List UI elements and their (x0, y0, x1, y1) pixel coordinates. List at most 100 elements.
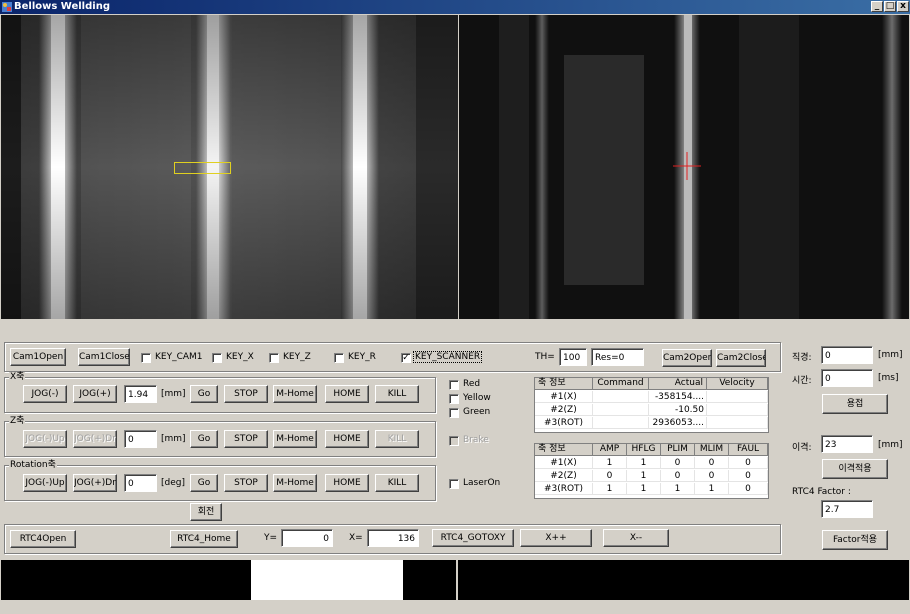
x-home-button[interactable]: HOME (325, 385, 369, 403)
x-position-input[interactable]: 1.94 (124, 385, 157, 403)
gap-apply-button[interactable]: 이격적용 (822, 459, 888, 479)
diameter-input[interactable]: 0 (821, 346, 873, 364)
z-go-button[interactable]: Go (190, 430, 218, 448)
grid1-cell (707, 417, 768, 429)
th-input[interactable]: 100 (559, 348, 587, 366)
z-home-button[interactable]: HOME (325, 430, 369, 448)
rtc4-gotoxy-button[interactable]: RTC4_GOTOXY (432, 529, 514, 547)
rot-go-button[interactable]: Go (190, 474, 218, 492)
cam2-close-button[interactable]: Cam2Close (716, 349, 766, 367)
cam1-close-button[interactable]: Cam1Close (78, 348, 130, 366)
x-kill-button[interactable]: KILL (375, 385, 419, 403)
grid2-cell: 0 (729, 457, 768, 469)
grid1-header-velocity[interactable]: Velocity (707, 378, 768, 390)
x-stop-button[interactable]: STOP (224, 385, 268, 403)
grid2-header-axis[interactable]: 축 정보 (535, 444, 593, 456)
grid2-cell: 1 (593, 457, 627, 469)
grid1-header-actual[interactable]: Actual (649, 378, 707, 390)
gap-input[interactable]: 23 (821, 435, 873, 453)
grid2-header-amp[interactable]: AMP (593, 444, 627, 456)
green-light-checkbox[interactable] (449, 408, 459, 418)
red-light-checkbox[interactable] (449, 380, 459, 390)
grid1-cell (707, 391, 768, 403)
grid2-header-mlim[interactable]: MLIM (695, 444, 729, 456)
key-r-checkbox[interactable] (334, 353, 344, 363)
laser-on-checkbox[interactable] (449, 479, 459, 489)
cam1-open-button[interactable]: Cam1Open (10, 348, 66, 366)
key-scanner-checkbox[interactable]: ✓ (401, 353, 411, 363)
time-input[interactable]: 0 (821, 369, 873, 387)
factor-apply-button[interactable]: Factor적용 (822, 530, 888, 550)
cam2-open-button[interactable]: Cam2Open (662, 349, 712, 367)
z-mhome-button[interactable]: M-Home (273, 430, 317, 448)
grid2-cell: 1 (695, 483, 729, 495)
grid1-header-command[interactable]: Command (593, 378, 649, 390)
rot-unit-label: [deg] (161, 478, 185, 488)
rot-mhome-button[interactable]: M-Home (273, 474, 317, 492)
rtc4-factor-label: RTC4 Factor : (792, 487, 851, 497)
z-stop-button[interactable]: STOP (224, 430, 268, 448)
roi-rectangle[interactable] (174, 162, 231, 174)
app-icon (2, 2, 12, 12)
res-input[interactable]: Res=0 (591, 348, 644, 366)
rot-kill-button[interactable]: KILL (375, 474, 419, 492)
rtc4-home-button[interactable]: RTC4_Home (170, 530, 238, 548)
grid2-cell: 1 (593, 483, 627, 495)
yellow-light-checkbox[interactable] (449, 394, 459, 404)
th-label: TH= (535, 352, 555, 362)
x-plus-plus-button[interactable]: X++ (520, 529, 592, 547)
bottom-display-middle (403, 560, 456, 600)
key-r-label: KEY_R (348, 352, 376, 362)
grid2-cell: 0 (729, 483, 768, 495)
rot-jog-plus-button[interactable]: JOG(+)Dn (73, 474, 117, 492)
rtc4-factor-input[interactable]: 2.7 (821, 500, 873, 518)
rot-jog-minus-button[interactable]: JOG(-)Up (23, 474, 67, 492)
axis-position-grid[interactable]: 축 정보 Command Actual Velocity #1(X) -3581… (534, 377, 769, 433)
z-jog-minus-button[interactable]: JOG(-)Up (23, 430, 67, 448)
grid1-cell: #1(X) (535, 391, 593, 403)
grid2-cell: 0 (695, 470, 729, 482)
z-unit-label: [mm] (161, 434, 186, 444)
grid2-header-plim[interactable]: PLIM (661, 444, 695, 456)
x-go-button[interactable]: Go (190, 385, 218, 403)
x-mhome-button[interactable]: M-Home (273, 385, 317, 403)
x-minus-minus-button[interactable]: X-- (603, 529, 669, 547)
x-jog-plus-button[interactable]: JOG(+) (73, 385, 117, 403)
weld-button[interactable]: 용접 (822, 394, 888, 414)
z-jog-plus-button[interactable]: JOG(+)Dn (73, 430, 117, 448)
y-coord-input[interactable]: 0 (281, 529, 333, 547)
yellow-light-label: Yellow (463, 393, 491, 403)
grid2-cell: 0 (593, 470, 627, 482)
z-position-input[interactable]: 0 (124, 430, 157, 448)
camera1-view[interactable] (1, 15, 458, 319)
close-button[interactable]: x (897, 1, 909, 12)
brake-checkbox[interactable] (449, 436, 459, 446)
axis-status-grid[interactable]: 축 정보 AMP HFLG PLIM MLIM FAUL #1(X) 1 1 0… (534, 443, 769, 499)
grid1-header-axis[interactable]: 축 정보 (535, 378, 593, 390)
rot-home-button[interactable]: HOME (325, 474, 369, 492)
rot-stop-button[interactable]: STOP (224, 474, 268, 492)
bottom-display-left (1, 560, 251, 600)
grid2-header-faul[interactable]: FAUL (729, 444, 768, 456)
key-cam1-checkbox[interactable] (141, 353, 151, 363)
rtc4-open-button[interactable]: RTC4Open (10, 530, 76, 548)
y-coord-label: Y= (264, 533, 278, 543)
key-z-checkbox[interactable] (269, 353, 279, 363)
grid1-cell: #3(ROT) (535, 417, 593, 429)
x-jog-minus-button[interactable]: JOG(-) (23, 385, 67, 403)
rotate-button[interactable]: 회전 (190, 503, 222, 521)
camera2-view[interactable] (459, 15, 909, 319)
x-axis-group (4, 377, 436, 413)
z-kill-button[interactable]: KILL (375, 430, 419, 448)
maximize-button[interactable]: □ (884, 1, 896, 12)
minimize-button[interactable]: _ (871, 1, 883, 12)
key-scanner-label: KEY_SCANNER (412, 351, 483, 363)
key-x-checkbox[interactable] (212, 353, 222, 363)
grid2-cell: 0 (661, 457, 695, 469)
bottom-display-right (458, 560, 909, 600)
key-cam1-label: KEY_CAM1 (155, 352, 203, 362)
grid2-header-hflg[interactable]: HFLG (627, 444, 661, 456)
rot-position-input[interactable]: 0 (124, 474, 157, 492)
x-unit-label: [mm] (161, 389, 186, 399)
x-coord-input[interactable]: 136 (367, 529, 419, 547)
